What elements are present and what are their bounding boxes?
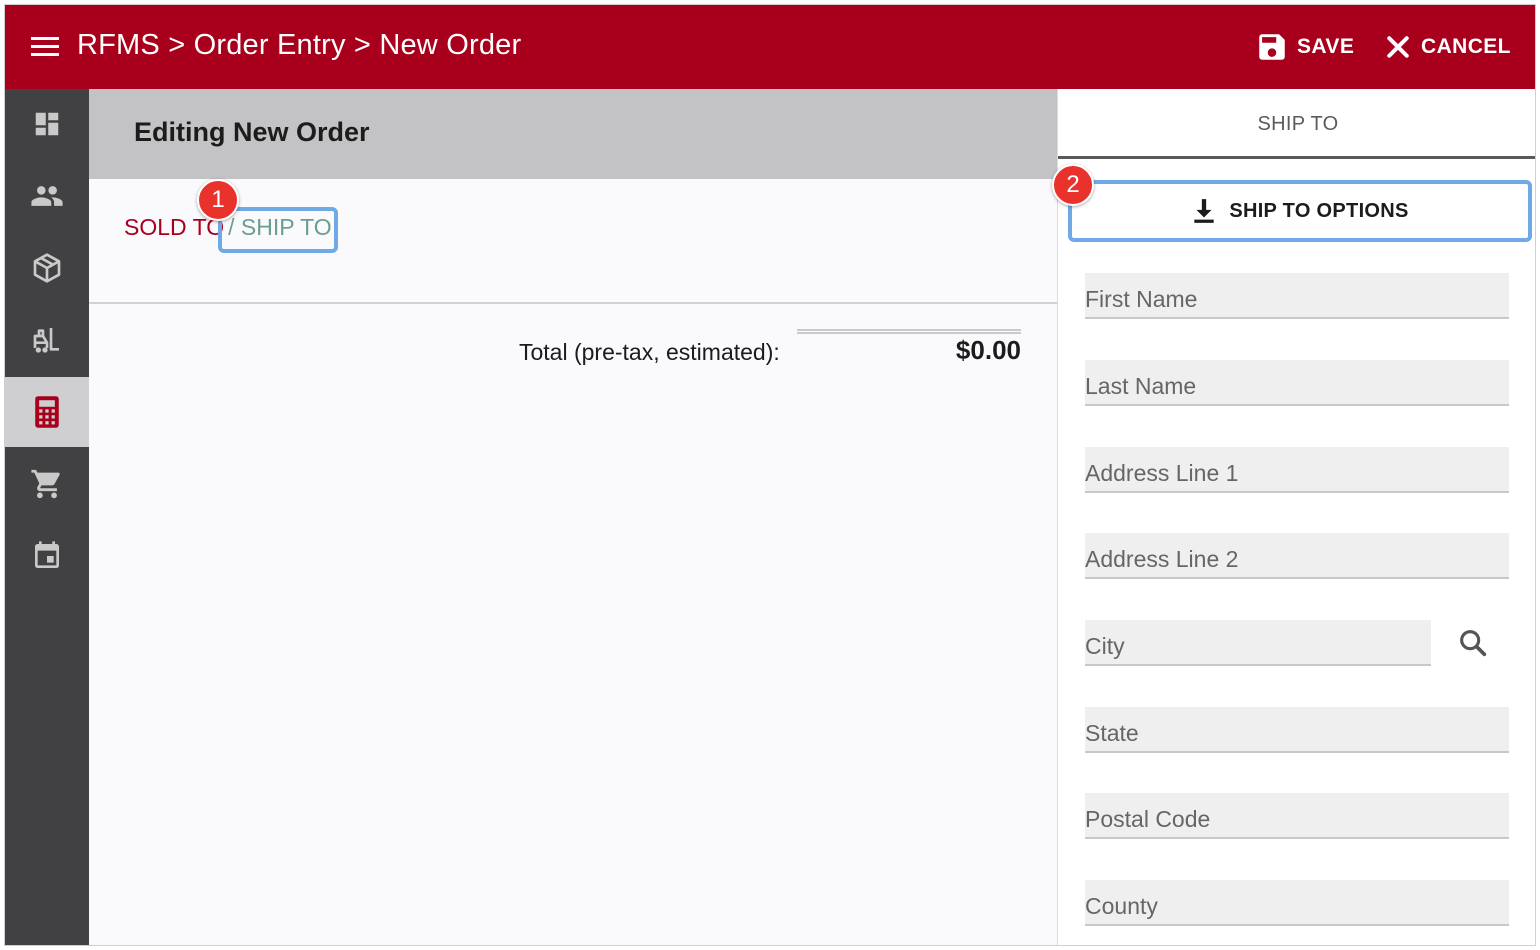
address-line-1-input[interactable] — [1085, 447, 1509, 491]
side-navigation — [5, 89, 89, 945]
city-search-button[interactable] — [1456, 626, 1490, 660]
sidebar-item-calendar[interactable] — [5, 521, 89, 591]
total-rule — [797, 329, 1021, 334]
calendar-icon — [35, 541, 59, 568]
sidebar-item-orders[interactable] — [5, 377, 89, 447]
forklift-icon — [33, 328, 59, 353]
breadcrumb: RFMS > Order Entry > New Order — [77, 29, 522, 61]
callout-badge-1: 1 — [197, 179, 239, 221]
order-editor: Editing New Order SOLD TO / SHIP TO 1 Tot… — [89, 89, 1057, 945]
city-input[interactable] — [1085, 620, 1431, 664]
address-line-2-field[interactable] — [1085, 533, 1509, 579]
page-title: Editing New Order — [134, 117, 370, 147]
calculator-icon — [35, 396, 59, 428]
ship-to-highlight — [218, 207, 338, 253]
state-field[interactable] — [1085, 707, 1509, 753]
last-name-input[interactable] — [1085, 360, 1509, 404]
floppy-disk-icon — [1259, 34, 1285, 60]
dashboard-icon — [35, 112, 59, 136]
products-icon — [33, 253, 61, 283]
first-name-field[interactable] — [1085, 273, 1509, 319]
first-name-input[interactable] — [1085, 273, 1509, 317]
county-field[interactable] — [1085, 880, 1509, 926]
postal-code-field[interactable] — [1085, 793, 1509, 839]
sidebar-item-dashboard[interactable] — [5, 89, 89, 159]
app-window: RFMS > Order Entry > New Order SAVE CANC… — [4, 4, 1536, 946]
hamburger-menu-icon[interactable] — [31, 35, 61, 59]
state-input[interactable] — [1085, 707, 1509, 751]
save-label: SAVE — [1297, 35, 1355, 58]
last-name-field[interactable] — [1085, 360, 1509, 406]
close-icon — [1387, 36, 1409, 58]
section-divider — [89, 302, 1057, 304]
address-line-2-input[interactable] — [1085, 533, 1509, 577]
total-label: Total (pre-tax, estimated): — [519, 339, 780, 365]
ship-to-panel: SHIP TO SHIP TO OPTIONS 2 — [1052, 89, 1535, 945]
cancel-button[interactable]: CANCEL — [1383, 29, 1511, 65]
county-input[interactable] — [1085, 880, 1509, 924]
sidebar-item-warehouse[interactable] — [5, 305, 89, 375]
cart-icon — [31, 469, 60, 499]
callout-badge-2: 2 — [1052, 164, 1094, 206]
city-field[interactable] — [1085, 620, 1431, 666]
editor-header: Editing New Order — [89, 89, 1057, 179]
sidebar-item-cart[interactable] — [5, 449, 89, 519]
sidebar-item-customers[interactable] — [5, 161, 89, 231]
ship-to-options-highlight — [1068, 180, 1532, 242]
customers-icon — [31, 186, 63, 206]
search-icon — [1460, 630, 1487, 657]
postal-code-input[interactable] — [1085, 793, 1509, 837]
save-button[interactable]: SAVE — [1255, 29, 1354, 65]
tab-ship-to-panel[interactable]: SHIP TO — [1058, 89, 1535, 159]
top-app-bar: RFMS > Order Entry > New Order SAVE CANC… — [5, 5, 1535, 89]
cancel-label: CANCEL — [1421, 35, 1511, 58]
address-line-1-field[interactable] — [1085, 447, 1509, 493]
total-value: $0.00 — [955, 335, 1021, 365]
sidebar-item-products[interactable] — [5, 233, 89, 303]
